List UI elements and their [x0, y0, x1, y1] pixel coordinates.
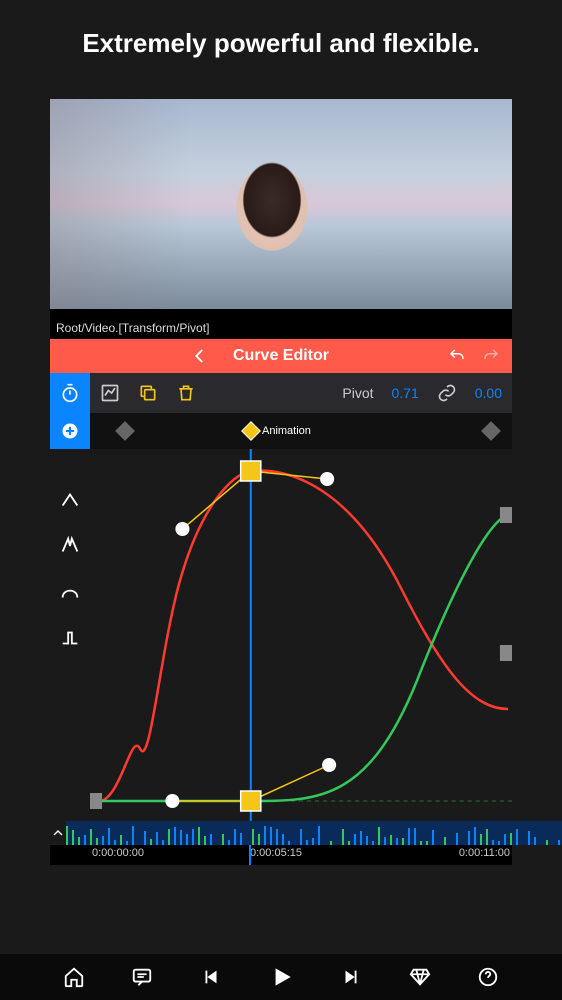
step-forward-icon [340, 966, 362, 988]
panel-title: Curve Editor [233, 347, 329, 365]
keyframe-label: Animation [262, 425, 311, 437]
add-keyframe-button[interactable] [50, 413, 90, 449]
copy-icon [138, 383, 158, 403]
graph-button[interactable] [100, 383, 120, 403]
bezier-mode-button[interactable] [59, 581, 81, 603]
stopwatch-icon [60, 383, 80, 403]
handle-point[interactable] [165, 794, 179, 808]
breadcrumb: Root/Video.[Transform/Pivot] [50, 317, 512, 339]
keyframe-marker[interactable] [115, 421, 135, 441]
play-icon [268, 964, 294, 990]
keyframe-node-end[interactable] [500, 507, 512, 523]
play-button[interactable] [268, 964, 294, 990]
keyframe-row: Animation [50, 413, 512, 449]
link-button[interactable] [437, 383, 457, 403]
timer-tab[interactable] [50, 373, 90, 413]
time-label: 0:00:05:15 [250, 847, 302, 859]
arrow-left-icon [191, 347, 209, 365]
sharp-mode-button[interactable] [59, 535, 81, 557]
keyframe-node[interactable] [241, 791, 261, 811]
comment-icon [131, 966, 153, 988]
curve-area [50, 449, 512, 821]
back-button[interactable] [191, 347, 209, 365]
headline: Extremely powerful and flexible. [0, 0, 562, 99]
video-preview[interactable] [50, 99, 512, 309]
handle-point[interactable] [322, 758, 336, 772]
bezier-icon [59, 581, 81, 603]
bottom-bar [0, 954, 562, 1000]
link-icon [437, 383, 457, 403]
playhead-indicator[interactable] [249, 845, 251, 865]
interpolation-modes [50, 449, 90, 821]
curve-toolbar: Pivot 0.71 0.00 [50, 373, 512, 413]
curve-red[interactable] [94, 471, 508, 802]
help-button[interactable] [477, 966, 499, 988]
home-icon [63, 966, 85, 988]
redo-button[interactable] [482, 347, 500, 365]
delete-button[interactable] [176, 383, 196, 403]
handle-point[interactable] [320, 472, 334, 486]
step-mode-button[interactable] [59, 627, 81, 649]
undo-button[interactable] [448, 347, 466, 365]
timeline-labels: 0:00:00:00 0:00:05:15 0:00:11:00 [50, 845, 512, 865]
comment-button[interactable] [131, 966, 153, 988]
timeline-toggle[interactable] [50, 821, 66, 845]
handle-point[interactable] [175, 522, 189, 536]
premium-button[interactable] [409, 966, 431, 988]
curve-green[interactable] [94, 515, 508, 801]
timeline-body[interactable]: /*ticks rendered below via inline*/ [66, 821, 562, 845]
timeline-strip: /*ticks rendered below via inline*/ [50, 821, 512, 845]
keyframe-marker-active[interactable] [241, 421, 261, 441]
curve-canvas[interactable] [90, 449, 512, 821]
keyframe-node-end[interactable] [500, 645, 512, 661]
app-frame: Root/Video.[Transform/Pivot] Curve Edito… [50, 99, 512, 865]
redo-icon [482, 347, 500, 365]
keyframe-node[interactable] [241, 461, 261, 481]
sharp-icon [59, 535, 81, 557]
step-icon [59, 627, 81, 649]
param-value[interactable]: 0.71 [392, 385, 419, 401]
titlebar: Curve Editor [50, 339, 512, 373]
trash-icon [176, 383, 196, 403]
step-back-icon [200, 966, 222, 988]
diamond-icon [409, 966, 431, 988]
copy-button[interactable] [138, 383, 158, 403]
linear-mode-button[interactable] [59, 489, 81, 511]
undo-icon [448, 347, 466, 365]
next-frame-button[interactable] [340, 966, 362, 988]
plus-circle-icon [60, 421, 80, 441]
keyframe-node-end[interactable] [90, 793, 102, 809]
time-label: 0:00:11:00 [459, 847, 510, 859]
linear-icon [59, 489, 81, 511]
linked-value[interactable]: 0.00 [475, 385, 502, 401]
chevron-up-icon [50, 825, 66, 841]
param-label: Pivot [342, 385, 373, 401]
prev-frame-button[interactable] [200, 966, 222, 988]
time-label: 0:00:00:00 [92, 847, 144, 859]
keyframe-marker[interactable] [481, 421, 501, 441]
help-icon [477, 966, 499, 988]
home-button[interactable] [63, 966, 85, 988]
graph-icon [100, 383, 120, 403]
